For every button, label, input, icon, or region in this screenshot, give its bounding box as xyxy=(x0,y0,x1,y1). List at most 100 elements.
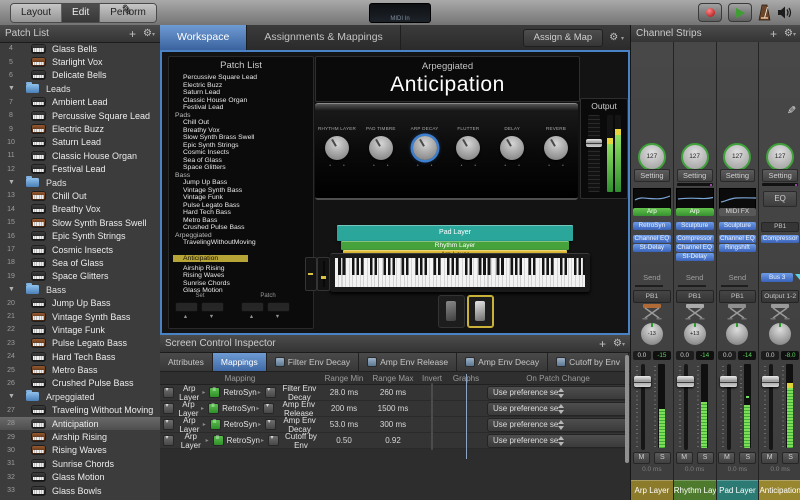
mod-wheel-control[interactable] xyxy=(317,257,330,291)
selector-item[interactable]: Chill Out xyxy=(173,119,313,127)
patch-row[interactable]: 4Glass Bells xyxy=(0,42,160,55)
selector-item[interactable]: Metro Bass xyxy=(173,217,313,225)
parameter-chip-icon[interactable] xyxy=(268,435,279,446)
strip-name-label[interactable]: Anticipation xyxy=(759,480,800,500)
selector-item[interactable]: Airship Rising xyxy=(173,265,313,273)
metronome-icon[interactable] xyxy=(758,4,771,21)
plugin-chip-icon[interactable] xyxy=(213,435,224,446)
patch-folder-leads[interactable]: ▼Leads xyxy=(0,82,160,95)
selector-item[interactable]: Percussive Square Lead xyxy=(173,74,313,82)
knob-delay[interactable] xyxy=(500,136,524,160)
expression-knob[interactable]: 127 xyxy=(638,143,666,171)
disclosure-triangle-icon[interactable]: ▼ xyxy=(8,85,18,92)
selector-item[interactable]: Saturn Lead xyxy=(173,89,313,97)
mode-edit[interactable]: Edit xyxy=(62,4,100,22)
patch-row[interactable]: 24Hard Tech Bass xyxy=(0,350,160,363)
patch-row[interactable]: 5Starlight Vox xyxy=(0,55,160,68)
patch-folder-bass[interactable]: ▼Bass xyxy=(0,283,160,296)
selector-item[interactable]: Jump Up Bass xyxy=(173,179,313,187)
inspector-action-menu[interactable]: ⚙▾ xyxy=(613,338,625,349)
selector-item[interactable]: Electric Buzz xyxy=(173,82,313,90)
gain-value[interactable]: 0.0 xyxy=(676,351,694,360)
expression-knob[interactable]: 127 xyxy=(681,143,709,171)
output-routing-button[interactable]: Output 1-2 xyxy=(761,290,799,303)
on-patch-change-dropdown[interactable]: Use preference setting xyxy=(487,434,629,448)
selector-item[interactable]: Space Glitters xyxy=(173,164,313,172)
range-max-value[interactable]: 260 ms xyxy=(368,388,418,397)
strip-name-label[interactable]: Pad Layer xyxy=(717,480,759,500)
channel-strips-action-menu[interactable]: ⚙▾ xyxy=(784,28,796,39)
rhythm-layer-bar[interactable]: Rhythm Layer xyxy=(341,241,569,250)
selector-item-selected[interactable]: Anticipation xyxy=(173,255,248,263)
range-min-value[interactable]: 53.0 ms xyxy=(320,420,368,429)
layer-chip-icon[interactable] xyxy=(163,419,174,430)
send-slot[interactable]: Bus 3 xyxy=(761,273,793,282)
tab-workspace[interactable]: Workspace xyxy=(160,25,247,50)
audio-fx-slot[interactable]: Compressor xyxy=(761,235,799,243)
patch-row[interactable]: 31Sunrise Chords xyxy=(0,457,160,470)
inspector-add-button[interactable]: + xyxy=(599,338,606,350)
patch-row[interactable]: 27Traveling Without Moving xyxy=(0,404,160,417)
selector-item[interactable]: Vintage Synth Bass xyxy=(173,187,313,195)
patch-row[interactable]: 20Jump Up Bass xyxy=(0,296,160,309)
output-fader-cap[interactable] xyxy=(586,139,602,147)
disclosure-triangle-icon[interactable]: ▼ xyxy=(8,179,18,186)
instrument-slot[interactable]: PB1 xyxy=(761,222,799,232)
selector-item[interactable]: Pulse Legato Bass xyxy=(173,202,313,210)
inspector-tab-mappings[interactable]: Mappings xyxy=(213,353,267,371)
parameter-chip-icon[interactable] xyxy=(265,387,276,398)
eq-thumbnail[interactable] xyxy=(633,188,671,210)
selector-item[interactable]: Sunrise Chords xyxy=(173,280,313,288)
setting-button[interactable]: Setting xyxy=(762,169,798,182)
audio-fx-slot[interactable]: Channel EQ xyxy=(676,244,714,252)
gain-value[interactable]: 0.0 xyxy=(633,351,651,360)
plugin-chip-icon[interactable] xyxy=(210,419,221,430)
selector-item[interactable]: Cosmic Insects xyxy=(173,149,313,157)
pad-layer-bar[interactable]: Pad Layer xyxy=(337,225,573,241)
knob-arp-decay[interactable] xyxy=(413,136,437,160)
patch-row[interactable]: 10Saturn Lead xyxy=(0,136,160,149)
pitch-bend-control[interactable] xyxy=(305,257,317,291)
parameter-chip-icon[interactable] xyxy=(263,403,274,414)
selector-item[interactable]: Glass Motion xyxy=(173,287,313,292)
patch-down-button[interactable]: ▼ xyxy=(267,314,288,320)
graph-button[interactable] xyxy=(466,422,467,459)
setting-button[interactable]: Setting xyxy=(677,169,713,182)
layer-chip-icon[interactable] xyxy=(163,435,174,446)
send-label[interactable]: Send xyxy=(674,273,716,282)
selector-item[interactable]: Crushed Pulse Bass xyxy=(173,224,313,232)
range-min-value[interactable]: 28.0 ms xyxy=(320,388,368,397)
channel-strip-arp-layer[interactable]: 127SettingArpRetroSynChannel EQSt-DelayS… xyxy=(631,42,673,500)
on-patch-change-dropdown[interactable]: Use preference setting xyxy=(487,418,629,432)
send-label[interactable]: Send xyxy=(717,273,759,282)
mute-button[interactable]: M xyxy=(718,452,735,464)
solo-button[interactable]: S xyxy=(654,452,671,464)
selector-item[interactable]: Arpeggiated xyxy=(173,232,313,240)
keyboard-control[interactable] xyxy=(330,253,590,292)
instrument-slot[interactable]: Sculpture xyxy=(719,222,757,230)
patch-row[interactable]: 23Pulse Legato Bass xyxy=(0,337,160,350)
fader-cap[interactable] xyxy=(762,376,779,387)
inspector-tab-amp-env-release[interactable]: Amp Env Release xyxy=(359,353,457,371)
patch-row[interactable]: 32Glass Motion xyxy=(0,471,160,484)
add-patch-button[interactable]: + xyxy=(129,28,136,40)
audio-fx-slot[interactable]: Channel EQ xyxy=(633,235,671,243)
on-patch-change-dropdown[interactable]: Use preference setting xyxy=(487,402,629,416)
pan-knob[interactable]: +13 xyxy=(684,323,706,345)
audio-fx-slot[interactable]: Channel EQ xyxy=(719,235,757,243)
patch-row[interactable]: 30Rising Waves xyxy=(0,444,160,457)
pedal-2-icon[interactable] xyxy=(467,295,494,328)
keyboard-keys[interactable] xyxy=(335,258,585,287)
patch-row[interactable]: 19Space Glitters xyxy=(0,270,160,283)
instrument-slot[interactable]: RetroSyn xyxy=(633,222,671,230)
patch-row[interactable]: 33Glass Bowls xyxy=(0,484,160,497)
set-up-button[interactable]: ▲ xyxy=(175,314,196,320)
patch-row[interactable]: 21Vintage Synth Bass xyxy=(0,310,160,323)
patch-row[interactable]: 9Electric Buzz xyxy=(0,122,160,135)
midi-fx-slot[interactable]: Arp xyxy=(676,208,714,216)
inspector-tab-attributes[interactable]: Attributes xyxy=(160,353,213,371)
fader-cap[interactable] xyxy=(720,376,737,387)
workspace-action-menu[interactable]: ⚙ ▾ xyxy=(609,32,624,43)
tab-assignments-mappings[interactable]: Assignments & Mappings xyxy=(247,25,400,50)
channel-strip-pad-layer[interactable]: 127SettingMIDI FXSculptureChannel EQRing… xyxy=(717,42,759,500)
